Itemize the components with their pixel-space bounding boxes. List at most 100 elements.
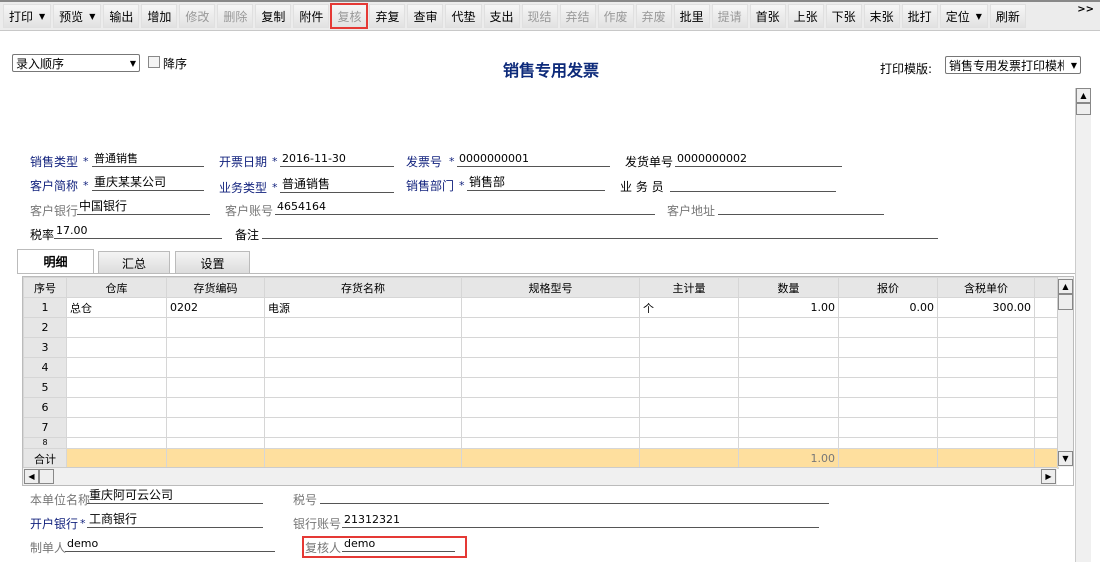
table-row[interactable]: 7 — [23, 417, 1059, 438]
table-cell[interactable] — [738, 357, 839, 378]
toolbar-button-18[interactable]: 提请 — [711, 4, 748, 28]
table-cell[interactable] — [461, 417, 640, 438]
table-cell[interactable] — [838, 417, 938, 438]
table-cell[interactable] — [66, 377, 167, 398]
dept-field[interactable]: 销售部 — [467, 176, 605, 191]
grid-scroll-thumb[interactable] — [1058, 294, 1073, 310]
page-vertical-scrollbar[interactable]: ▲ — [1075, 88, 1091, 562]
toolbar-button-24[interactable]: 定位 ▼ — [939, 4, 988, 28]
table-row[interactable]: 6 — [23, 397, 1059, 418]
table-row[interactable]: 1 总仓 0202 电源 个 1.00 0.00 300.00 — [23, 297, 1059, 318]
scroll-right-icon[interactable]: ▶ — [1041, 469, 1056, 484]
scroll-up-icon[interactable]: ▲ — [1058, 279, 1073, 294]
toolbar-button-6[interactable]: 复制 — [255, 4, 292, 28]
table-cell[interactable] — [461, 397, 640, 418]
grid-vertical-scrollbar[interactable]: ▲ ▼ — [1057, 277, 1073, 467]
table-cell[interactable] — [166, 417, 265, 438]
table-cell[interactable] — [738, 317, 839, 338]
toolbar-button-22[interactable]: 末张 — [863, 4, 900, 28]
biz-type-field[interactable]: 普通销售 — [280, 178, 394, 193]
cust-address-field[interactable] — [718, 200, 884, 215]
bank-account-field[interactable]: 21312321 — [342, 513, 819, 528]
toolbar-button-12[interactable]: 支出 — [483, 4, 520, 28]
scroll-thumb[interactable] — [1076, 103, 1091, 115]
grid-hscroll-thumb[interactable] — [39, 469, 54, 484]
toolbar-button-2[interactable]: 输出 — [103, 4, 140, 28]
bank-field[interactable]: 工商银行 — [87, 513, 263, 528]
table-cell[interactable] — [1034, 357, 1059, 378]
table-cell[interactable] — [461, 317, 640, 338]
table-cell[interactable] — [461, 437, 640, 449]
table-cell[interactable] — [264, 357, 462, 378]
chevron-down-icon[interactable]: ▼ — [39, 12, 45, 21]
table-cell[interactable] — [838, 337, 938, 358]
table-cell[interactable] — [461, 357, 640, 378]
toolbar-button-9[interactable]: 弃复 — [369, 4, 406, 28]
invoice-no-field[interactable]: 0000000001 — [457, 152, 610, 167]
scroll-up-icon[interactable]: ▲ — [1076, 88, 1091, 103]
toolbar-button-10[interactable]: 查审 — [407, 4, 444, 28]
table-cell[interactable] — [738, 397, 839, 418]
toolbar-button-19[interactable]: 首张 — [749, 4, 786, 28]
table-cell[interactable] — [639, 397, 739, 418]
table-cell[interactable] — [66, 437, 167, 449]
table-cell[interactable] — [639, 357, 739, 378]
table-cell[interactable] — [838, 377, 938, 398]
table-cell[interactable] — [166, 317, 265, 338]
column-header[interactable]: 含税单价 — [937, 277, 1035, 298]
tax-rate-field[interactable]: 17.00 — [54, 224, 222, 239]
table-cell[interactable] — [1034, 377, 1059, 398]
desc-checkbox[interactable] — [148, 56, 160, 68]
toolbar-button-16[interactable]: 弃废 — [635, 4, 672, 28]
table-cell[interactable] — [937, 337, 1035, 358]
column-header[interactable]: 序号 — [23, 277, 67, 298]
table-cell[interactable] — [639, 417, 739, 438]
table-cell[interactable] — [639, 437, 739, 449]
toolbar-button-0[interactable]: 打印 ▼ — [3, 4, 52, 28]
grid-horizontal-scrollbar[interactable]: ◀ ▶ — [23, 467, 1057, 485]
table-cell[interactable]: 个 — [639, 297, 739, 318]
table-cell[interactable] — [166, 437, 265, 449]
table-cell[interactable] — [264, 337, 462, 358]
toolbar-button-3[interactable]: 增加 — [141, 4, 178, 28]
toolbar-button-20[interactable]: 上张 — [787, 4, 824, 28]
toolbar-button-17[interactable]: 批里 — [673, 4, 710, 28]
table-cell[interactable] — [461, 377, 640, 398]
table-row[interactable]: 3 — [23, 337, 1059, 358]
table-cell[interactable] — [838, 437, 938, 449]
table-cell[interactable] — [937, 397, 1035, 418]
cust-account-field[interactable]: 4654164 — [275, 200, 655, 215]
table-cell[interactable]: 0.00 — [838, 297, 938, 318]
scroll-left-icon[interactable]: ◀ — [24, 469, 39, 484]
toolbar-button-4[interactable]: 修改 — [179, 4, 216, 28]
column-header[interactable]: 主计量 — [639, 277, 739, 298]
remark-field[interactable] — [262, 224, 938, 239]
column-header[interactable]: 规格型号 — [461, 277, 640, 298]
table-cell[interactable] — [937, 357, 1035, 378]
table-cell[interactable] — [838, 397, 938, 418]
toolbar-button-25[interactable]: 刷新 — [989, 4, 1026, 28]
toolbar-button-1[interactable]: 预览 ▼ — [53, 4, 102, 28]
invoice-date-field[interactable]: 2016-11-30 — [280, 152, 394, 167]
table-cell[interactable] — [66, 417, 167, 438]
toolbar-button-7[interactable]: 附件 — [293, 4, 330, 28]
company-field[interactable]: 重庆阿可云公司 — [87, 489, 263, 504]
table-cell[interactable] — [1034, 297, 1059, 318]
table-cell[interactable]: 总仓 — [66, 297, 167, 318]
toolbar-button-11[interactable]: 代垫 — [445, 4, 482, 28]
print-template-select[interactable]: 销售专用发票打印模札 ▼ — [945, 56, 1081, 74]
table-cell[interactable] — [264, 397, 462, 418]
table-cell[interactable] — [66, 357, 167, 378]
table-cell[interactable] — [838, 357, 938, 378]
scroll-down-icon[interactable]: ▼ — [1058, 451, 1073, 466]
table-cell[interactable] — [166, 357, 265, 378]
table-cell[interactable] — [66, 317, 167, 338]
tab-settings[interactable]: 设置 — [175, 251, 250, 273]
table-cell[interactable]: 0202 — [166, 297, 265, 318]
table-cell[interactable] — [264, 317, 462, 338]
table-cell[interactable] — [264, 377, 462, 398]
table-cell[interactable] — [738, 417, 839, 438]
column-header[interactable]: 报价 — [838, 277, 938, 298]
table-cell[interactable] — [639, 377, 739, 398]
toolbar-button-14[interactable]: 弃结 — [559, 4, 596, 28]
